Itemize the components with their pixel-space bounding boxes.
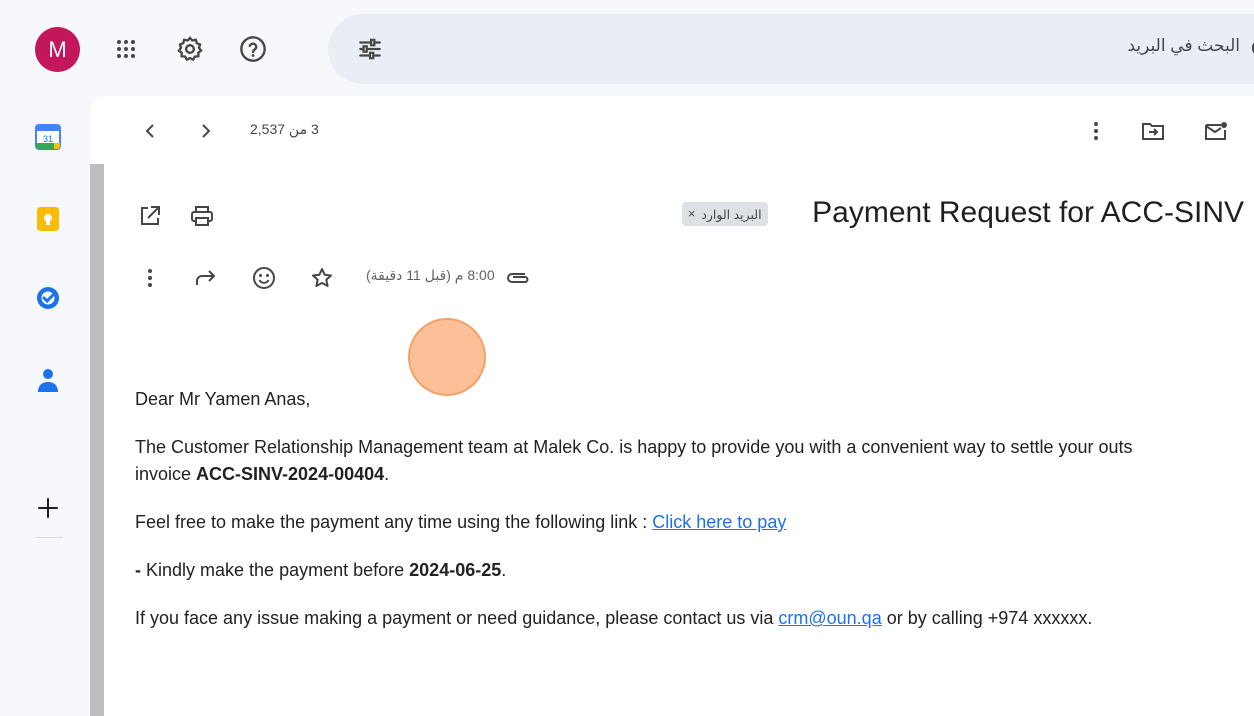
message-pane: 3 من 2,537 البريد الوارد × Payment Reque… [90,96,1254,716]
forward-icon[interactable] [192,264,220,292]
calendar-icon[interactable]: 31 [27,116,69,158]
paragraph-link: Feel free to make the payment any time u… [135,509,1254,536]
email-subject: Payment Request for ACC-SINV [812,196,1244,229]
contact-email-link[interactable]: crm@oun.qa [778,608,881,628]
contacts-icon[interactable] [27,359,69,401]
message-counter: 3 من 2,537 [250,121,319,137]
greeting: Dear Mr Yamen Anas, [135,389,311,409]
inbox-label-chip[interactable]: البريد الوارد × [682,202,768,226]
more-vert-icon[interactable] [136,264,164,292]
print-icon[interactable] [188,202,216,230]
deadline-suffix: . [501,560,507,580]
attachment-icon [504,264,532,292]
apps-grid-icon[interactable] [106,29,146,69]
intro-prefix: invoice [135,464,197,484]
paragraph-intro: The Customer Relationship Management tea… [135,434,1254,488]
due-date: 2024-06-25 [409,560,502,580]
star-icon[interactable] [308,264,336,292]
search-bar[interactable]: البحث في البريد [328,14,1254,84]
invoice-number: ACC-SINV-2024-00404 [196,464,385,484]
chevron-left-icon[interactable] [136,117,164,145]
label-text: البريد الوارد [701,207,762,222]
tune-icon[interactable] [350,29,390,69]
tasks-icon[interactable] [27,277,69,319]
move-to-icon[interactable] [1139,117,1167,145]
search-icon[interactable] [1246,38,1254,65]
scrollbar[interactable] [90,164,104,716]
email-time: 8:00 م (قبل 11 دقيقة) [366,267,495,283]
paragraph-contact: If you face any issue making a payment o… [135,605,1254,632]
side-rail: 31 [0,96,96,695]
contact-prefix: If you face any issue making a payment o… [135,608,779,628]
intro-line1: The Customer Relationship Management tea… [135,437,1133,457]
keep-icon[interactable] [27,198,69,240]
open-new-window-icon[interactable] [136,202,164,230]
avatar[interactable]: M [35,27,80,72]
calendar-day: 31 [43,134,53,144]
intro-suffix: . [384,464,390,484]
add-icon[interactable] [27,487,69,529]
pay-link[interactable]: Click here to pay [652,512,786,532]
paragraph-deadline: - Kindly make the payment before 2024-06… [135,557,1254,584]
click-cursor-indicator [408,318,486,396]
more-vert-icon[interactable] [1082,117,1110,145]
avatar-initial: M [48,36,67,62]
gear-icon[interactable] [170,29,210,69]
top-bar: M البحث في البريد [0,0,1254,96]
mark-unread-icon[interactable] [1202,117,1230,145]
emoji-icon[interactable] [250,264,278,292]
contact-suffix: or by calling +974 xxxxxx. [881,608,1093,628]
search-input[interactable]: البحث في البريد [1127,36,1240,56]
close-icon[interactable]: × [688,207,695,221]
rail-divider [35,537,63,538]
help-icon[interactable] [233,29,273,69]
chevron-right-icon[interactable] [192,117,220,145]
email-body: Dear Mr Yamen Anas, The Customer Relatio… [135,386,1254,653]
link-prefix: Feel free to make the payment any time u… [135,512,653,532]
deadline-text: Kindly make the payment before [141,560,410,580]
message-toolbar: 3 من 2,537 [90,96,1254,164]
